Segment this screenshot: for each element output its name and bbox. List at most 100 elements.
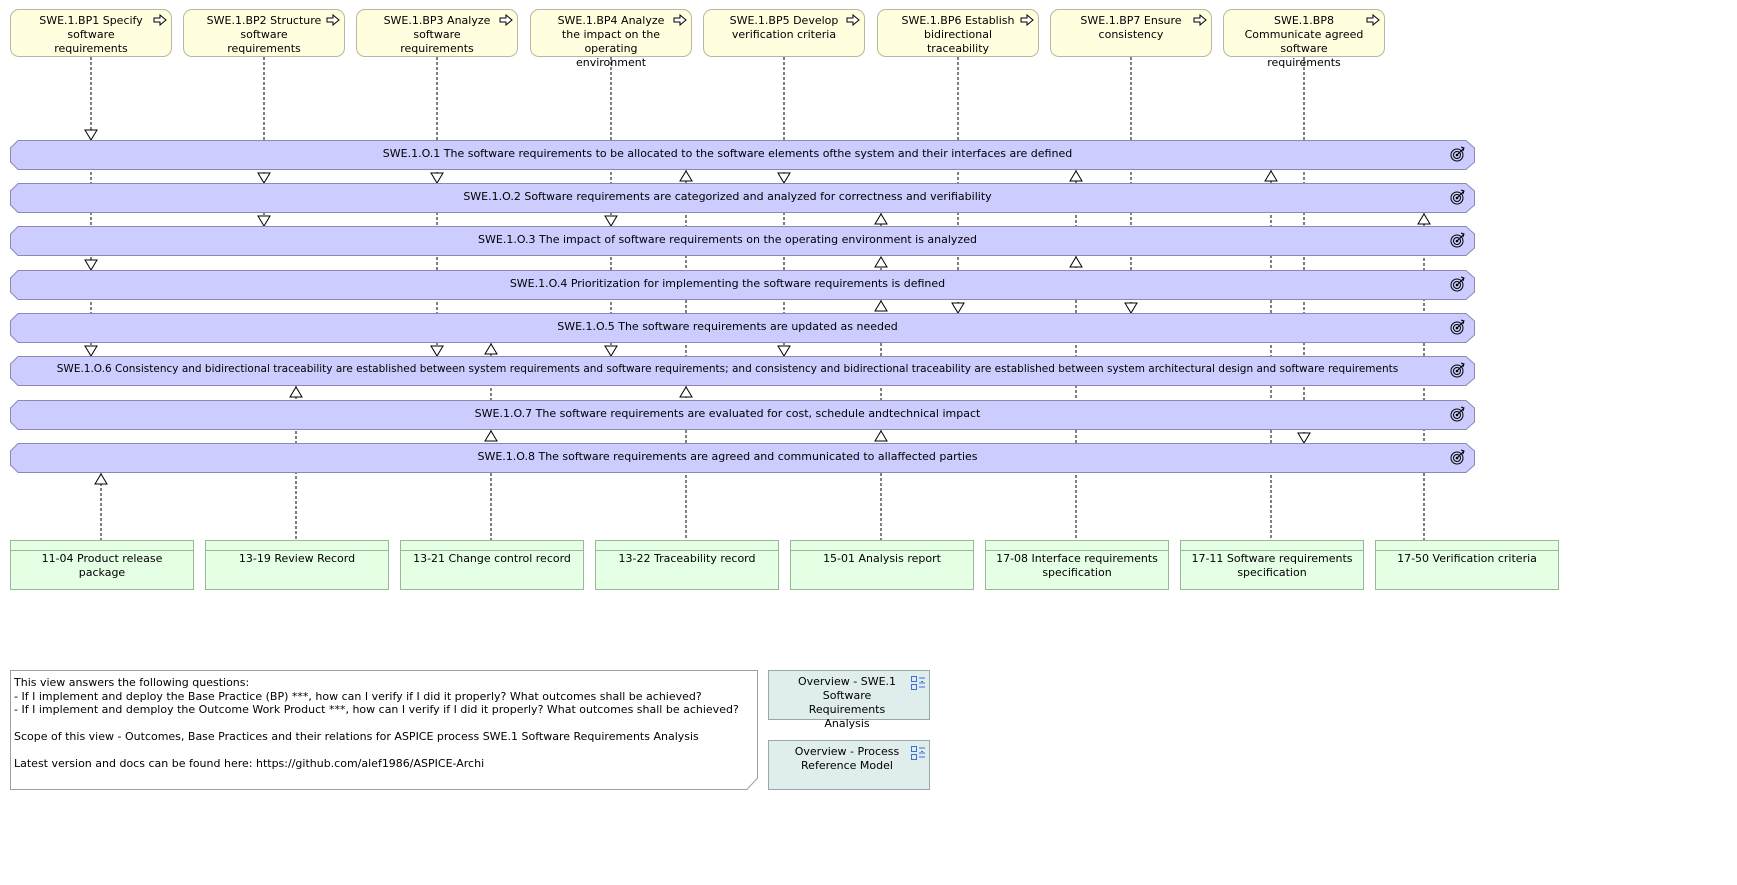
realization-arrowhead-up bbox=[1069, 170, 1083, 182]
bp-label: SWE.1.BP6 Establish bidirectional tracea… bbox=[901, 14, 1015, 55]
realization-arrowhead-up bbox=[874, 430, 888, 442]
goal-icon bbox=[1450, 362, 1465, 378]
wp-tab bbox=[791, 541, 973, 551]
wp-tab bbox=[11, 541, 193, 551]
bp-label: SWE.1.BP5 Develop verification criteria bbox=[729, 14, 839, 41]
goal-icon bbox=[1450, 189, 1465, 205]
process-arrow-icon bbox=[1020, 14, 1034, 26]
outcome-bar-2[interactable]: SWE.1.O.2 Software requirements are cate… bbox=[10, 183, 1475, 213]
realization-arrowhead-down bbox=[84, 345, 98, 357]
outcome-label: SWE.1.O.6 Consistency and bidirectional … bbox=[56, 363, 1399, 375]
realization-arrowhead-up bbox=[679, 386, 693, 398]
realization-arrowhead-up bbox=[874, 213, 888, 225]
goal-icon bbox=[1450, 276, 1465, 292]
realization-arrowhead-down bbox=[430, 172, 444, 184]
bp-box-2[interactable]: SWE.1.BP2 Structure software requirement… bbox=[183, 9, 345, 57]
process-arrow-icon bbox=[499, 14, 513, 26]
outcome-label: SWE.1.O.1 The software requirements to b… bbox=[382, 147, 1073, 160]
wp-tab bbox=[986, 541, 1168, 551]
overview-link-swe1[interactable]: Overview - SWE.1 Software Requirements A… bbox=[768, 670, 930, 730]
outcome-bar-5[interactable]: SWE.1.O.5 The software requirements are … bbox=[10, 313, 1475, 343]
outcome-label: SWE.1.O.7 The software requirements are … bbox=[474, 407, 981, 420]
outcome-bar-3[interactable]: SWE.1.O.3 The impact of software require… bbox=[10, 226, 1475, 256]
realization-arrowhead-down bbox=[1297, 432, 1311, 444]
realization-arrowhead-down bbox=[604, 345, 618, 357]
wp-tab bbox=[1376, 541, 1558, 551]
wp-tab bbox=[206, 541, 388, 551]
wp-tab bbox=[401, 541, 583, 551]
realization-arrowhead-down bbox=[257, 215, 271, 227]
overview-label: Overview - SWE.1 Software Requirements A… bbox=[797, 675, 897, 730]
goal-icon bbox=[1450, 232, 1465, 248]
realization-arrowhead-up bbox=[1417, 213, 1431, 225]
realization-arrowhead-up bbox=[94, 473, 108, 485]
outcome-label: SWE.1.O.3 The impact of software require… bbox=[478, 233, 977, 246]
bp-box-7[interactable]: SWE.1.BP7 Ensure consistency bbox=[1050, 9, 1212, 57]
goal-icon bbox=[1450, 146, 1465, 162]
realization-arrowhead-down bbox=[777, 172, 791, 184]
process-arrow-icon bbox=[1193, 14, 1207, 26]
outcome-bar-7[interactable]: SWE.1.O.7 The software requirements are … bbox=[10, 400, 1475, 430]
bp-box-6[interactable]: SWE.1.BP6 Establish bidirectional tracea… bbox=[877, 9, 1039, 57]
outcome-bar-6[interactable]: SWE.1.O.6 Consistency and bidirectional … bbox=[10, 356, 1475, 386]
realization-arrowhead-up bbox=[1069, 256, 1083, 268]
work-product-box-5[interactable]: 15-01 Analysis report bbox=[790, 540, 974, 590]
work-product-box-8[interactable]: 17-50 Verification criteria bbox=[1375, 540, 1559, 590]
overview-link-prm[interactable]: Overview - Process Reference Model bbox=[768, 740, 930, 790]
realization-arrowhead-up bbox=[679, 170, 693, 182]
realization-arrowhead-up bbox=[1264, 170, 1278, 182]
realization-arrowhead-up bbox=[289, 386, 303, 398]
outcome-label: SWE.1.O.2 Software requirements are cate… bbox=[463, 190, 992, 203]
bp-label: SWE.1.BP1 Specify software requirements bbox=[39, 14, 143, 55]
work-product-box-4[interactable]: 13-22 Traceability record bbox=[595, 540, 779, 590]
goal-icon bbox=[1450, 406, 1465, 422]
bp-label: SWE.1.BP3 Analyze software requirements bbox=[383, 14, 491, 55]
goal-icon bbox=[1450, 449, 1465, 465]
view-reference-icon bbox=[911, 746, 925, 760]
bp-label: SWE.1.BP7 Ensure consistency bbox=[1080, 14, 1182, 41]
realization-arrowhead-down bbox=[84, 259, 98, 271]
wp-tab bbox=[596, 541, 778, 551]
bp-label: SWE.1.BP8 Communicate agreed software re… bbox=[1244, 14, 1364, 69]
realization-arrowhead-up bbox=[874, 300, 888, 312]
outcome-bar-1[interactable]: SWE.1.O.1 The software requirements to b… bbox=[10, 140, 1475, 170]
work-product-box-2[interactable]: 13-19 Review Record bbox=[205, 540, 389, 590]
process-arrow-icon bbox=[673, 14, 687, 26]
process-arrow-icon bbox=[326, 14, 340, 26]
note-text: This view answers the following question… bbox=[14, 676, 739, 770]
overview-label: Overview - Process Reference Model bbox=[794, 745, 900, 772]
diagram-canvas: SWE.1.BP1 Specify software requirements … bbox=[0, 0, 1737, 885]
realization-arrowhead-down bbox=[1124, 302, 1138, 314]
process-arrow-icon bbox=[1366, 14, 1380, 26]
outcome-label: SWE.1.O.8 The software requirements are … bbox=[477, 450, 978, 463]
work-product-box-3[interactable]: 13-21 Change control record bbox=[400, 540, 584, 590]
note-box[interactable]: This view answers the following question… bbox=[10, 670, 758, 790]
bp-box-5[interactable]: SWE.1.BP5 Develop verification criteria bbox=[703, 9, 865, 57]
realization-arrowhead-down bbox=[604, 215, 618, 227]
bp-box-1[interactable]: SWE.1.BP1 Specify software requirements bbox=[10, 9, 172, 57]
outcome-bar-8[interactable]: SWE.1.O.8 The software requirements are … bbox=[10, 443, 1475, 473]
realization-arrowhead-down bbox=[777, 345, 791, 357]
bp-label: SWE.1.BP4 Analyze the impact on the oper… bbox=[557, 14, 665, 69]
work-product-box-7[interactable]: 17-11 Software requirements specificatio… bbox=[1180, 540, 1364, 590]
outcome-label: SWE.1.O.4 Prioritization for implementin… bbox=[509, 277, 946, 290]
realization-arrowhead-down bbox=[430, 345, 444, 357]
process-arrow-icon bbox=[153, 14, 167, 26]
work-product-box-1[interactable]: 11-04 Product release package bbox=[10, 540, 194, 590]
bp-box-3[interactable]: SWE.1.BP3 Analyze software requirements bbox=[356, 9, 518, 57]
realization-arrowhead-down bbox=[951, 302, 965, 314]
realization-arrowhead-up bbox=[484, 430, 498, 442]
realization-arrowhead-up bbox=[484, 343, 498, 355]
bp-box-8[interactable]: SWE.1.BP8 Communicate agreed software re… bbox=[1223, 9, 1385, 69]
process-arrow-icon bbox=[846, 14, 860, 26]
outcome-bar-4[interactable]: SWE.1.O.4 Prioritization for implementin… bbox=[10, 270, 1475, 300]
realization-arrowhead-down bbox=[257, 172, 271, 184]
realization-arrowhead-down bbox=[84, 129, 98, 141]
goal-icon bbox=[1450, 319, 1465, 335]
realization-arrowhead-up bbox=[874, 256, 888, 268]
work-product-box-6[interactable]: 17-08 Interface requirements specificati… bbox=[985, 540, 1169, 590]
bp-label: SWE.1.BP2 Structure software requirement… bbox=[206, 14, 322, 55]
wp-tab bbox=[1181, 541, 1363, 551]
view-reference-icon bbox=[911, 676, 925, 690]
bp-box-4[interactable]: SWE.1.BP4 Analyze the impact on the oper… bbox=[530, 9, 692, 69]
